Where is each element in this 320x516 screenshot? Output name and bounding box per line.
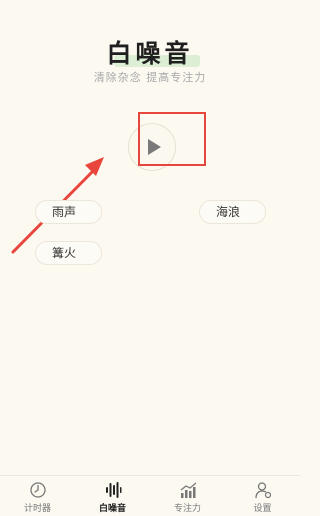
page-subtitle: 清除杂念 提高专注力: [93, 71, 207, 84]
bottom-tab-bar: 计时器 白噪音 专注力 设置: [0, 475, 300, 516]
sound-chip-waves[interactable]: 海浪: [199, 200, 266, 224]
highlight-box: [138, 112, 206, 166]
page-title: 白噪音: [106, 34, 200, 70]
tab-focus[interactable]: 专注力: [150, 476, 225, 516]
sound-chip-label: 海浪: [216, 205, 241, 219]
sound-chip-rain[interactable]: 雨声: [35, 200, 102, 224]
sound-chip-campfire[interactable]: 篝火: [35, 241, 102, 265]
sound-chip-label: 雨声: [52, 205, 77, 219]
clock-icon: [29, 482, 46, 498]
tab-label: 计时器: [23, 504, 51, 514]
tab-label: 白噪音: [98, 504, 126, 514]
page-title-text: 白噪音: [106, 39, 194, 68]
chart-icon: [180, 482, 196, 498]
tab-label: 专注力: [173, 504, 201, 514]
tab-white-noise[interactable]: 白噪音: [75, 476, 150, 516]
sound-chip-label: 篝火: [52, 246, 77, 260]
tab-settings[interactable]: 设置: [225, 476, 300, 516]
page-header: 白噪音: [0, 34, 300, 70]
waveform-icon: [105, 482, 121, 498]
tab-timer[interactable]: 计时器: [0, 476, 75, 516]
tab-label: 设置: [253, 504, 272, 514]
user-settings-icon: [254, 482, 271, 499]
